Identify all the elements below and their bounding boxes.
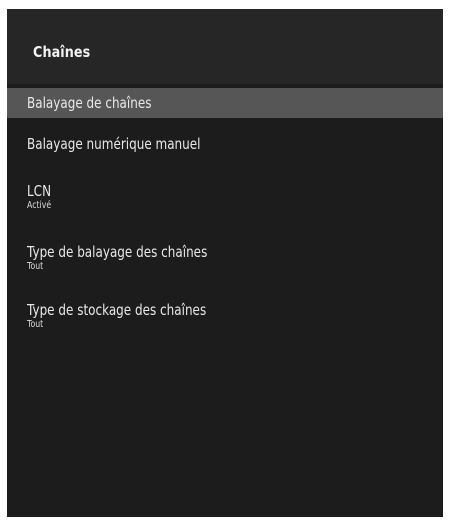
page-title: Chaînes: [33, 43, 91, 61]
menu-item-label: LCN: [27, 182, 52, 200]
settings-panel: Chaînes Balayage de chaînes Balayage num…: [7, 9, 443, 517]
menu-item-lcn[interactable]: LCN Activé: [7, 172, 443, 212]
menu-item-label: Balayage de chaînes: [27, 94, 152, 112]
menu-item-value: Activé: [27, 200, 52, 211]
menu-item-value: Tout: [27, 261, 44, 272]
menu-item-label: Type de balayage des chaînes: [27, 243, 208, 261]
menu-item-channel-scan-type[interactable]: Type de balayage des chaînes Tout: [7, 233, 443, 273]
menu-list: Balayage de chaînes Balayage numérique m…: [7, 84, 443, 517]
menu-item-value: Tout: [27, 319, 44, 330]
menu-item-channel-scan[interactable]: Balayage de chaînes: [7, 88, 443, 118]
panel-header: Chaînes: [7, 9, 443, 84]
menu-item-label: Type de stockage des chaînes: [27, 301, 207, 319]
menu-item-channel-storage-type[interactable]: Type de stockage des chaînes Tout: [7, 291, 443, 331]
menu-item-manual-digital-scan[interactable]: Balayage numérique manuel: [7, 129, 443, 159]
menu-item-label: Balayage numérique manuel: [27, 135, 201, 153]
